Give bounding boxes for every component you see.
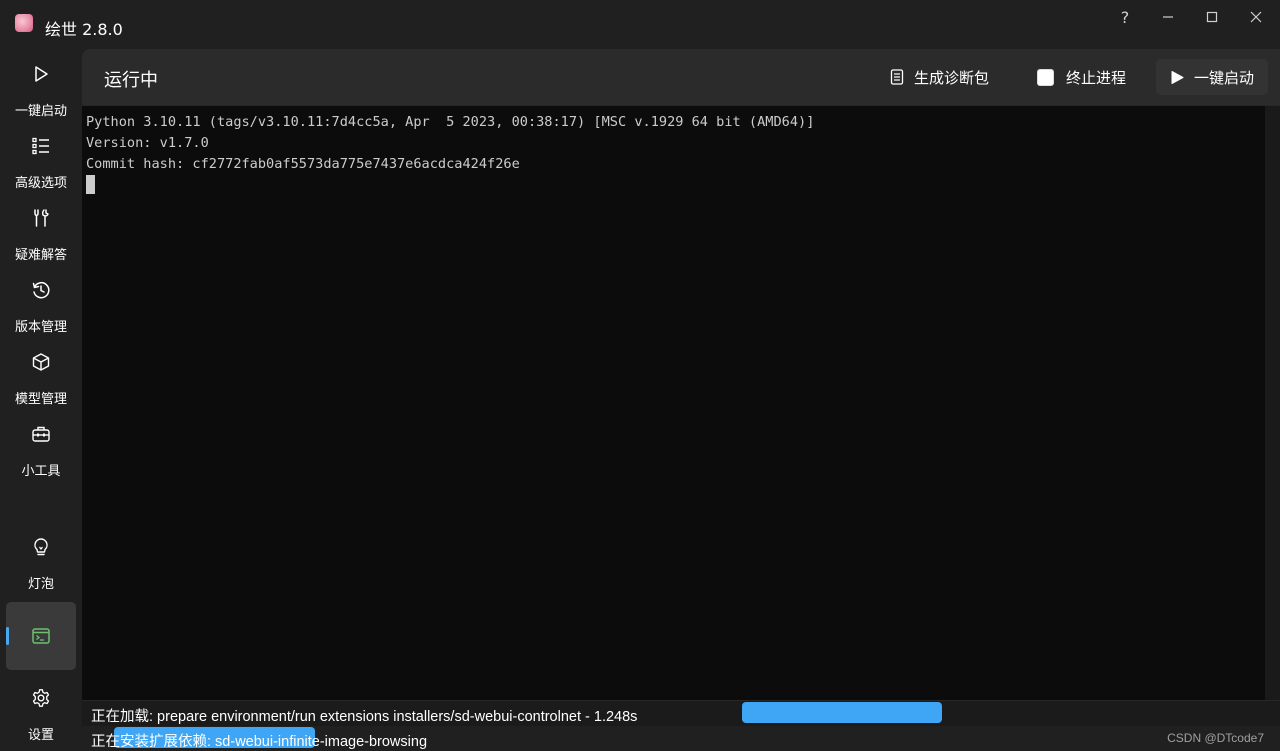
window-title: 绘世 2.8.0: [45, 20, 123, 39]
status-bar-loading: 正在加载: prepare environment/run extensions…: [82, 701, 1280, 726]
sidebar-item-label: 疑难解答: [14, 248, 67, 263]
start-button[interactable]: 一键启动: [1156, 59, 1268, 95]
maximize-icon: [1206, 11, 1218, 23]
sidebar-item-models[interactable]: 模型管理: [6, 344, 76, 412]
title-bar: 绘世 2.8.0 ?: [0, 0, 1280, 48]
text-cursor: [86, 175, 95, 194]
sidebar-item-label: 版本管理: [14, 320, 67, 335]
loading-status-text: 正在加载: prepare environment/run extensions…: [91, 709, 638, 725]
start-label: 一键启动: [1193, 68, 1254, 87]
sidebar-item-label: 模型管理: [14, 392, 67, 407]
document-icon: [890, 69, 904, 85]
tools-icon: [34, 209, 49, 227]
console-line: Python 3.10.11 (tags/v3.10.11:7d4cc5a, A…: [86, 114, 815, 130]
cube-icon: [32, 353, 50, 371]
list-icon: [32, 137, 49, 155]
sidebar-item-label: 一键启动: [14, 104, 67, 119]
close-icon: [1250, 11, 1262, 23]
sidebar-item-lightbulb[interactable]: 灯泡: [6, 529, 76, 597]
maximize-button[interactable]: [1190, 0, 1234, 34]
app-logo-icon: [15, 14, 33, 32]
sidebar-item-label: 设置: [27, 728, 54, 743]
sidebar-item-launch[interactable]: 一键启动: [6, 56, 76, 124]
play-filled-icon: [1171, 70, 1184, 84]
sidebar-item-console[interactable]: [6, 602, 76, 670]
terminal-icon: [32, 628, 50, 644]
sidebar: 一键启动 高级选项 疑难解答 版本管理 模型管理 小工具 灯泡 设置: [0, 48, 82, 750]
sidebar-item-label: 小工具: [21, 464, 61, 479]
checkbox-box[interactable]: [1037, 68, 1054, 86]
play-icon: [35, 66, 48, 82]
terminate-process-checkbox[interactable]: 终止进程: [1037, 59, 1126, 95]
generate-diagnostics-button[interactable]: 生成诊断包: [890, 59, 989, 95]
page-header: 运行中 生成诊断包 终止进程 一键启动: [82, 49, 1280, 105]
gear-icon: [32, 689, 50, 707]
sidebar-item-troubleshoot[interactable]: 疑难解答: [6, 200, 76, 268]
loading-progress-bar: [742, 702, 942, 723]
sidebar-item-tools[interactable]: 小工具: [6, 416, 76, 484]
install-status-text: 正在安装扩展依赖: sd-webui-infinite-image-browsi…: [91, 734, 428, 750]
help-label: ?: [1120, 7, 1130, 27]
main-panel: 运行中 生成诊断包 终止进程 一键启动 Python 3.10.11 (tags…: [82, 49, 1280, 750]
history-icon: [32, 281, 50, 299]
terminate-process-label: 终止进程: [1066, 68, 1127, 87]
active-indicator: [6, 627, 9, 645]
console-line: Version: v1.7.0: [86, 135, 209, 151]
minimize-button[interactable]: [1146, 0, 1190, 34]
generate-diagnostics-label: 生成诊断包: [914, 68, 990, 87]
minimize-icon: [1163, 16, 1173, 18]
console-output[interactable]: Python 3.10.11 (tags/v3.10.11:7d4cc5a, A…: [82, 106, 1265, 700]
sidebar-item-advanced[interactable]: 高级选项: [6, 128, 76, 196]
page-title: 运行中: [104, 70, 158, 91]
help-button[interactable]: ?: [1103, 0, 1147, 34]
status-bar-install: 正在安装扩展依赖: sd-webui-infinite-image-browsi…: [82, 726, 1280, 750]
sidebar-item-versions[interactable]: 版本管理: [6, 272, 76, 340]
sidebar-item-label: 灯泡: [27, 577, 54, 592]
console-scrollbar[interactable]: [1265, 106, 1280, 700]
close-button[interactable]: [1234, 0, 1278, 34]
sidebar-item-settings[interactable]: 设置: [6, 680, 76, 748]
toolbox-icon: [32, 426, 50, 442]
watermark: CSDN @DTcode7: [1167, 731, 1264, 745]
console-line: Commit hash: cf2772fab0af5573da775e7437e…: [86, 156, 520, 172]
lightbulb-icon: [34, 538, 48, 556]
sidebar-item-label: 高级选项: [14, 176, 67, 191]
